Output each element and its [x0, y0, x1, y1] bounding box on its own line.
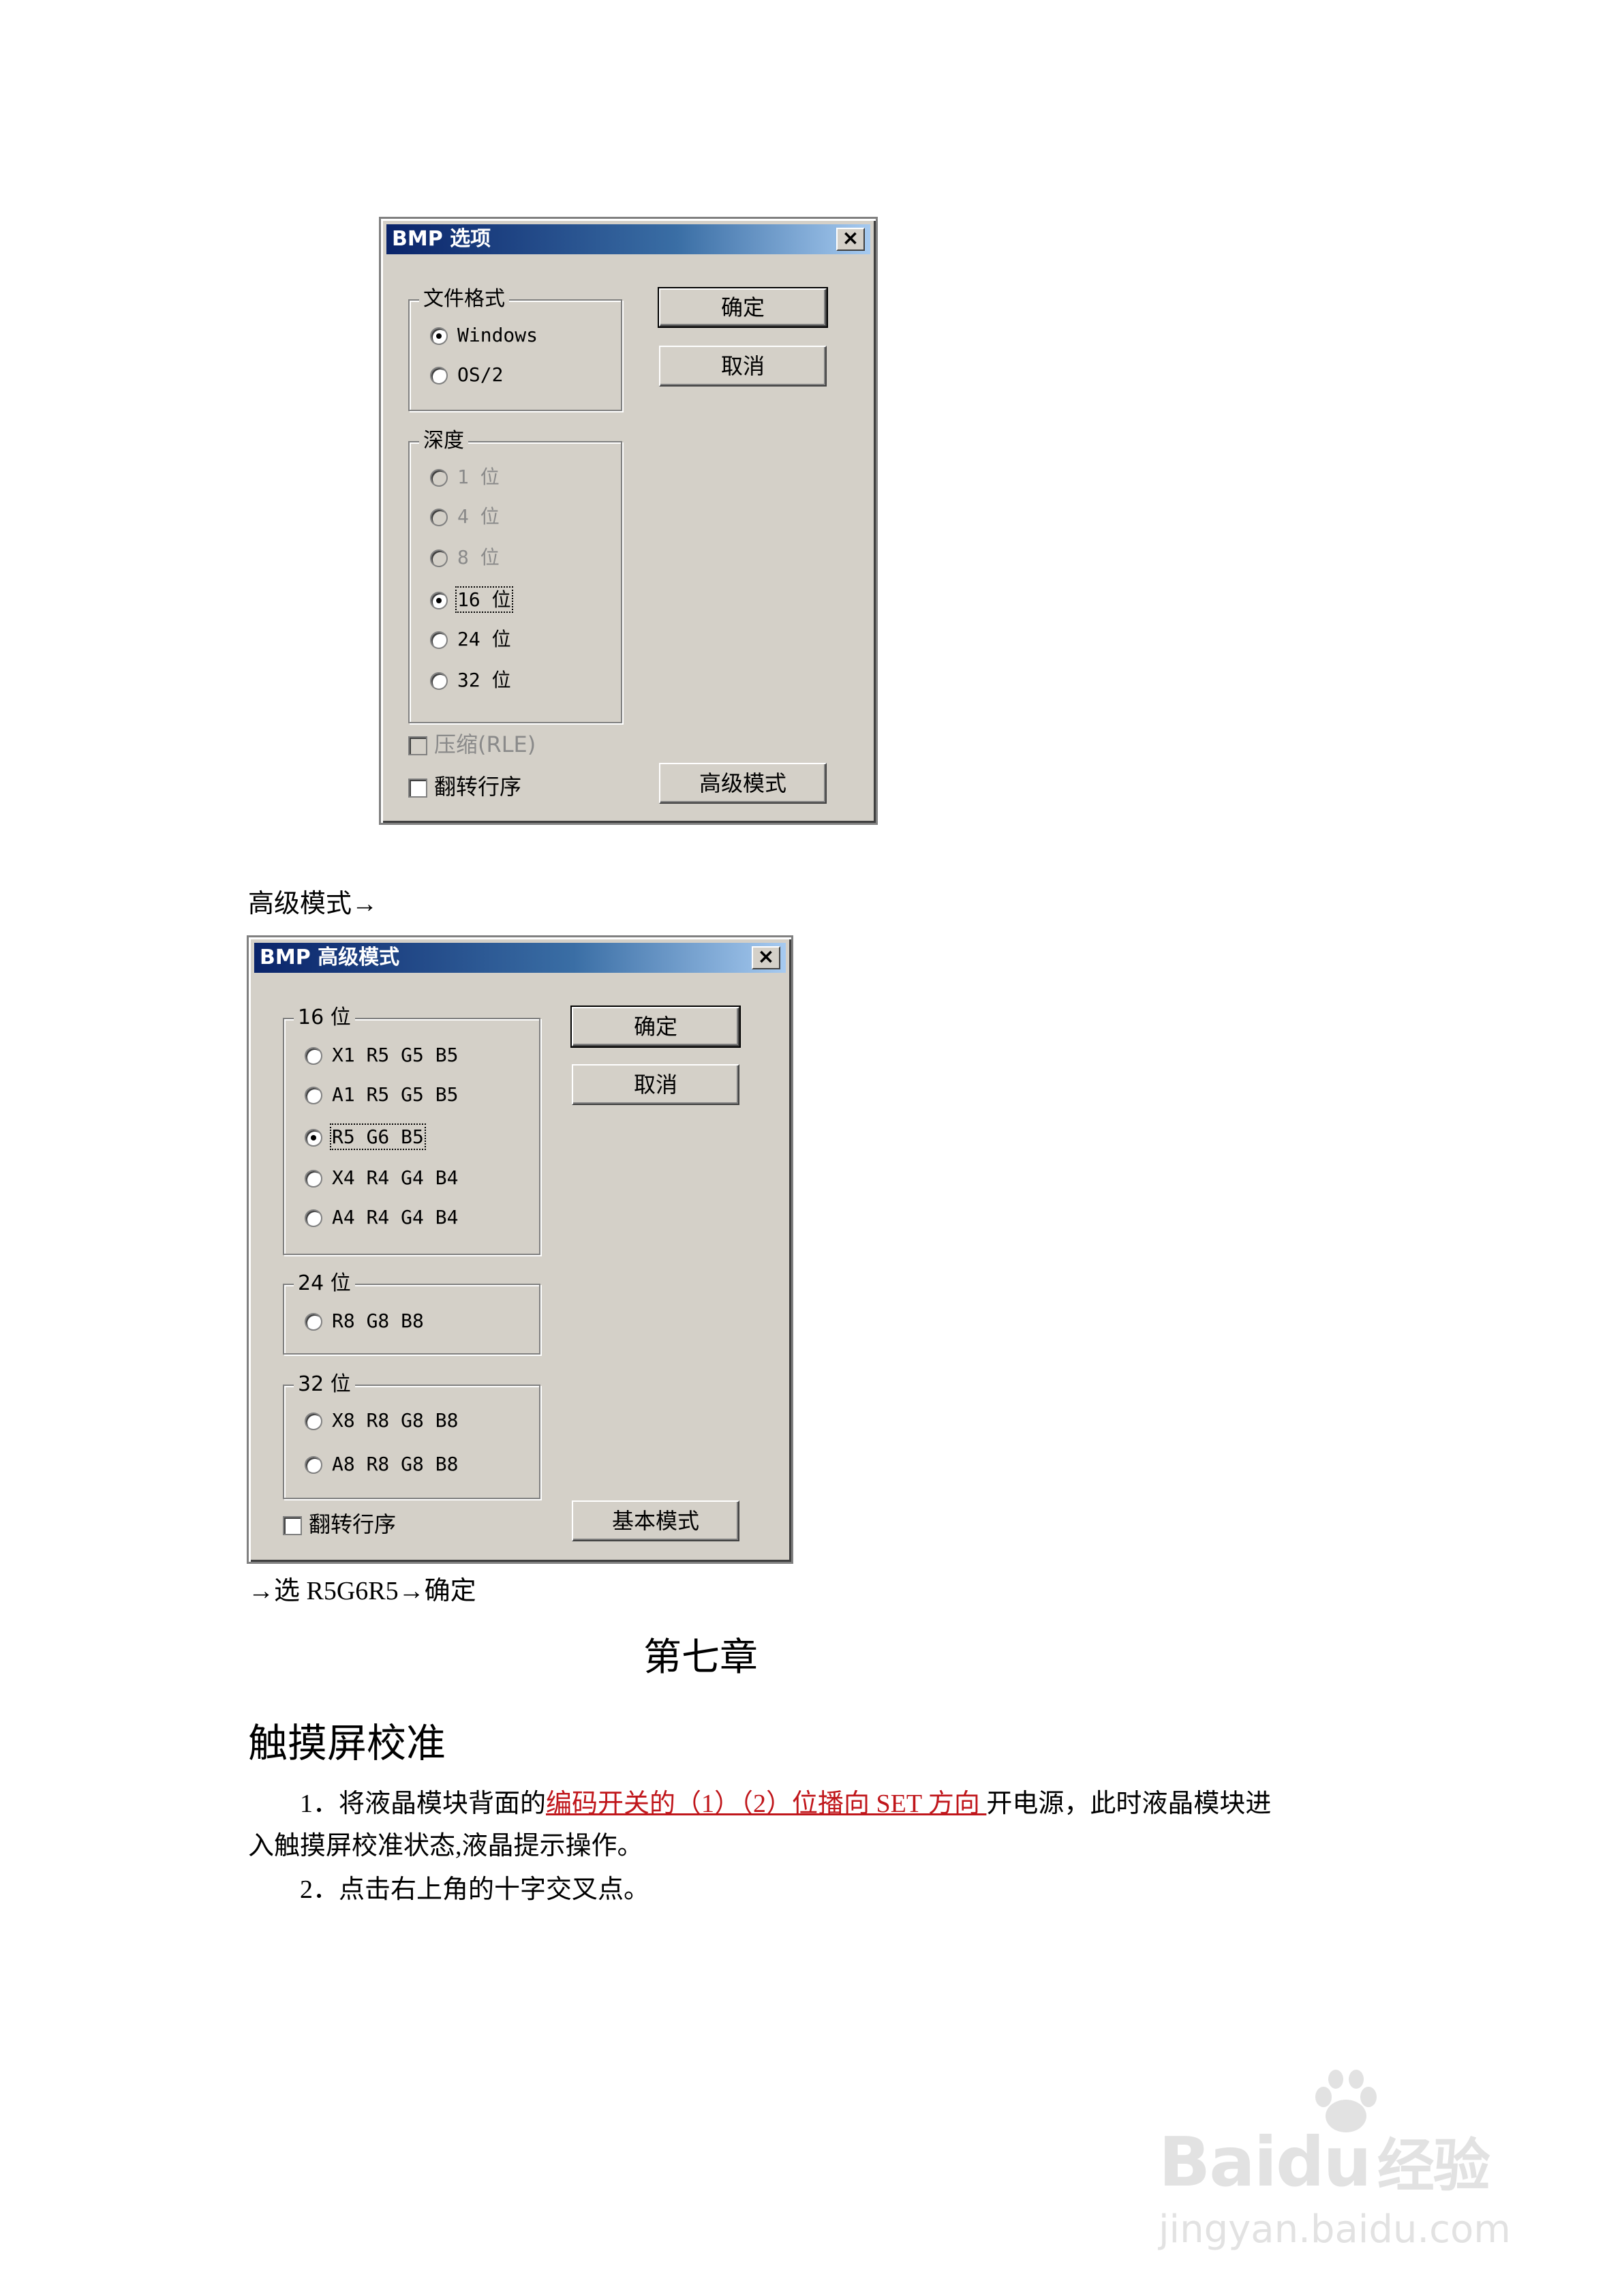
- depth-label: 深度: [419, 429, 468, 453]
- watermark-brand: Baidu 经验: [1159, 2122, 1490, 2202]
- radio-selected-icon: [430, 327, 448, 345]
- group-16bit: 16 位 X1 R5 G5 B5 A1 R5 G5 B5 R5 G6 B5 X4…: [283, 1006, 540, 1255]
- radio-icon: [305, 1313, 322, 1331]
- close-icon[interactable]: ×: [836, 228, 865, 251]
- dialog-title-bar: BMP 选项 ×: [386, 224, 870, 254]
- flip-rows-checkbox[interactable]: 翻转行序: [283, 1511, 396, 1537]
- checkbox-icon: [283, 1516, 302, 1535]
- radio-icon: [305, 1047, 322, 1065]
- ok-button[interactable]: 确定: [658, 287, 828, 328]
- compress-rle-checkbox[interactable]: 压缩(RLE): [408, 731, 536, 757]
- group-32bit-label: 32 位: [294, 1372, 355, 1397]
- step-2: 2．点击右上角的十字交叉点。: [300, 1875, 650, 1904]
- flip-rows-checkbox[interactable]: 翻转行序: [408, 774, 521, 800]
- radio-selected-icon: [430, 592, 448, 609]
- group-24bit-label: 24 位: [294, 1271, 355, 1296]
- radio-r5g6b5[interactable]: R5 G6 B5: [305, 1123, 426, 1150]
- step-1-highlight: 编码开关的（1）（2）位播向 SET 方向: [546, 1789, 987, 1818]
- cancel-button[interactable]: 取消: [572, 1064, 739, 1105]
- radio-icon: [305, 1170, 322, 1188]
- close-icon[interactable]: ×: [752, 946, 780, 969]
- bmp-options-dialog: BMP 选项 × 文件格式 Windows OS/2 深度 1 位 4 位 8 …: [379, 217, 878, 825]
- radio-x1r5g5b5[interactable]: X1 R5 G5 B5: [305, 1044, 458, 1067]
- file-format-label: 文件格式: [419, 287, 509, 312]
- radio-icon: [430, 367, 448, 384]
- step-1-line2: 入触摸屏校准状态,液晶提示操作。: [248, 1832, 643, 1860]
- step-1-suffix: 开电源，此时液晶模块进: [986, 1789, 1272, 1818]
- chapter-title: 第七章: [643, 1635, 758, 1680]
- group-16bit-label: 16 位: [294, 1006, 355, 1030]
- radio-os2[interactable]: OS/2: [430, 363, 503, 387]
- step-1: 1．将液晶模块背面的编码开关的（1）（2）位播向 SET 方向 开电源，此时液晶…: [300, 1787, 1271, 1820]
- checkbox-icon: [408, 736, 427, 755]
- advanced-mode-button[interactable]: 高级模式: [659, 763, 827, 804]
- cancel-button[interactable]: 取消: [659, 346, 827, 387]
- radio-windows[interactable]: Windows: [430, 324, 538, 347]
- radio-1bit[interactable]: 1 位: [430, 466, 500, 489]
- radio-icon: [430, 631, 448, 649]
- radio-32bit[interactable]: 32 位: [430, 669, 511, 692]
- bmp-advanced-dialog: BMP 高级模式 × 16 位 X1 R5 G5 B5 A1 R5 G5 B5 …: [247, 935, 793, 1564]
- watermark-url: jingyan.baidu.com: [1159, 2207, 1511, 2252]
- radio-icon: [430, 469, 448, 487]
- caption-advanced: 高级模式→: [248, 890, 378, 918]
- radio-r8g8b8[interactable]: R8 G8 B8: [305, 1310, 424, 1333]
- section-heading: 触摸屏校准: [248, 1720, 446, 1766]
- radio-icon: [430, 549, 448, 567]
- file-format-group: 文件格式 Windows OS/2: [408, 287, 622, 411]
- radio-a1r5g5b5[interactable]: A1 R5 G5 B5: [305, 1083, 458, 1106]
- radio-4bit[interactable]: 4 位: [430, 505, 500, 528]
- radio-16bit[interactable]: 16 位: [430, 586, 513, 613]
- radio-a8r8g8b8[interactable]: A8 R8 G8 B8: [305, 1453, 458, 1476]
- step-1-prefix: 1．将液晶模块背面的: [300, 1789, 547, 1818]
- radio-x8r8g8b8[interactable]: X8 R8 G8 B8: [305, 1409, 458, 1432]
- group-24bit: 24 位 R8 G8 B8: [283, 1271, 540, 1355]
- radio-icon: [305, 1087, 322, 1104]
- radio-8bit[interactable]: 8 位: [430, 546, 500, 569]
- dialog-title-bar: BMP 高级模式 ×: [254, 943, 786, 973]
- radio-icon: [430, 672, 448, 690]
- radio-a4r4g4b4[interactable]: A4 R4 G4 B4: [305, 1206, 458, 1229]
- dialog-title: BMP 选项: [392, 227, 491, 251]
- radio-selected-icon: [305, 1129, 322, 1147]
- caption-select: →选 R5G6R5→确定: [248, 1577, 476, 1605]
- radio-icon: [430, 509, 448, 526]
- ok-button[interactable]: 确定: [570, 1006, 741, 1048]
- depth-group: 深度 1 位 4 位 8 位 16 位 24 位 32 位: [408, 429, 622, 723]
- checkbox-icon: [408, 779, 427, 798]
- radio-icon: [305, 1413, 322, 1430]
- radio-24bit[interactable]: 24 位: [430, 628, 511, 651]
- basic-mode-button[interactable]: 基本模式: [572, 1500, 739, 1541]
- radio-icon: [305, 1209, 322, 1227]
- dialog-title: BMP 高级模式: [260, 946, 400, 969]
- group-32bit: 32 位 X8 R8 G8 B8 A8 R8 G8 B8: [283, 1372, 540, 1499]
- radio-x4r4g4b4[interactable]: X4 R4 G4 B4: [305, 1166, 458, 1190]
- radio-icon: [305, 1456, 322, 1474]
